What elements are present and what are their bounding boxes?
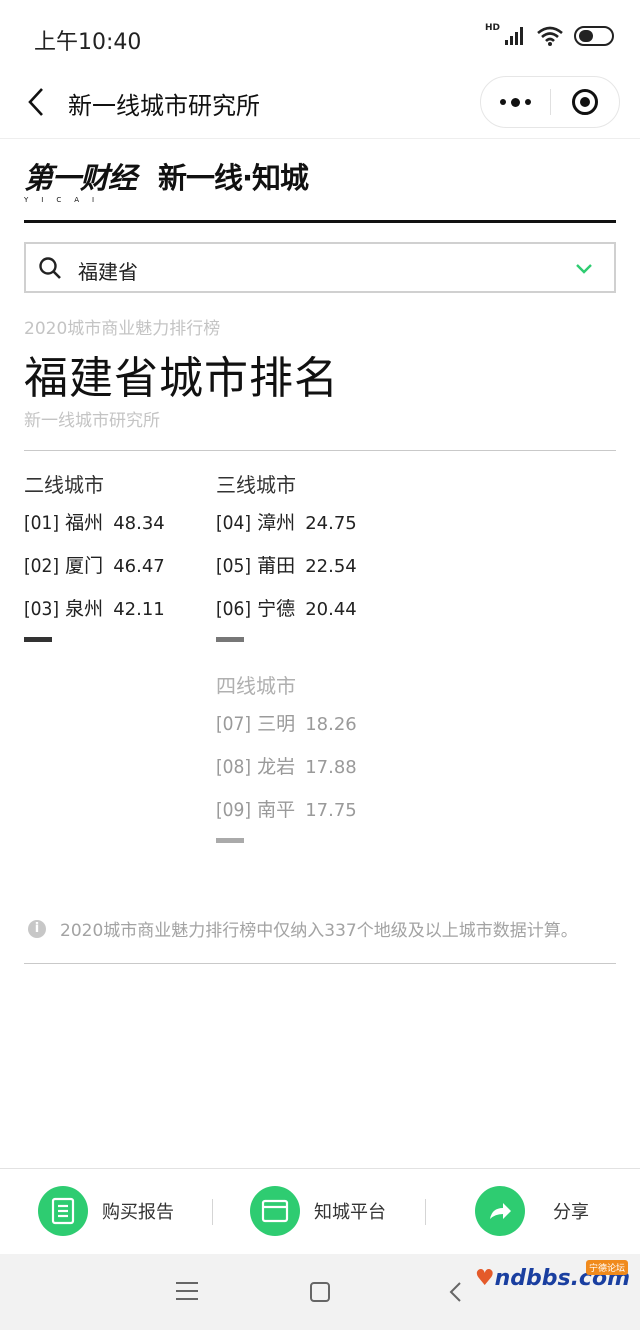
city-score: 18.26 bbox=[305, 714, 357, 735]
document-icon bbox=[38, 1186, 88, 1236]
page-title: 福建省城市排名 bbox=[24, 353, 339, 404]
nav-title: 新一线城市研究所 bbox=[68, 92, 260, 120]
wifi-icon bbox=[537, 26, 563, 46]
city-score: 42.11 bbox=[113, 599, 165, 620]
buy-report-label: 购买报告 bbox=[102, 1202, 174, 1223]
recent-apps-icon[interactable] bbox=[176, 1282, 198, 1306]
city-rank: [05] bbox=[216, 555, 252, 577]
yicai-logo: 第一财经 YICAI bbox=[24, 160, 137, 204]
city-score: 17.75 bbox=[305, 800, 357, 821]
city-name: 莆田 bbox=[257, 555, 296, 577]
more-button[interactable] bbox=[481, 77, 550, 127]
home-icon[interactable] bbox=[310, 1282, 330, 1302]
city-rank: [03] bbox=[24, 598, 60, 620]
signal-icon bbox=[505, 27, 523, 45]
city-name: 福州 bbox=[65, 512, 104, 534]
footnote-text: 2020城市商业魅力排行榜中仅纳入337个地级及以上城市数据计算。 bbox=[60, 921, 578, 941]
tier-marker bbox=[216, 637, 244, 642]
footnote: i 2020城市商业魅力排行榜中仅纳入337个地级及以上城市数据计算。 bbox=[28, 916, 578, 941]
tier-second: 二线城市 [01] 福州 48.34 [02] 厦门 46.47 [03] 泉州… bbox=[24, 468, 165, 642]
share-button[interactable]: 分享 bbox=[475, 1184, 589, 1238]
city-row[interactable]: [06] 宁德 20.44 bbox=[216, 588, 357, 631]
city-score: 48.34 bbox=[113, 513, 165, 534]
city-rank: [08] bbox=[216, 756, 252, 778]
share-arrow-icon bbox=[475, 1186, 525, 1236]
battery-icon bbox=[574, 26, 614, 46]
system-back-icon[interactable] bbox=[444, 1279, 470, 1305]
city-score: 22.54 bbox=[305, 556, 357, 577]
platform-button[interactable]: 知城平台 bbox=[250, 1184, 386, 1238]
watermark-logo: 宁德论坛 ♥ndbbs.com bbox=[475, 1260, 630, 1292]
city-name: 漳州 bbox=[257, 512, 296, 534]
city-score: 24.75 bbox=[305, 513, 357, 534]
browser-window-icon bbox=[250, 1186, 300, 1236]
city-name: 泉州 bbox=[65, 598, 104, 620]
zhicheng-logo: 新一线·知城 bbox=[158, 161, 309, 195]
city-name: 三明 bbox=[257, 713, 296, 735]
status-icons: HD bbox=[479, 22, 614, 50]
tier-fourth: 四线城市 [07] 三明 18.26 [08] 龙岩 17.88 [09] 南平… bbox=[216, 669, 357, 843]
city-score: 20.44 bbox=[305, 599, 357, 620]
share-label: 分享 bbox=[553, 1202, 589, 1223]
status-bar: 上午10:40 HD bbox=[0, 0, 640, 72]
tier-third: 三线城市 [04] 漳州 24.75 [05] 莆田 22.54 [06] 宁德… bbox=[216, 468, 357, 642]
city-row[interactable]: [08] 龙岩 17.88 bbox=[216, 746, 357, 789]
bottom-bar-separator bbox=[212, 1199, 213, 1225]
divider bbox=[24, 450, 616, 451]
system-nav-bar: 宁德论坛 ♥ndbbs.com bbox=[0, 1254, 640, 1330]
tier-marker bbox=[24, 637, 52, 642]
chevron-down-icon bbox=[576, 264, 592, 274]
city-row[interactable]: [05] 莆田 22.54 bbox=[216, 545, 357, 588]
brand-logos: 第一财经 YICAI 新一线·知城 bbox=[24, 160, 309, 208]
city-row[interactable]: [03] 泉州 42.11 bbox=[24, 588, 165, 631]
city-rank: [09] bbox=[216, 799, 252, 821]
city-row[interactable]: [09] 南平 17.75 bbox=[216, 789, 357, 832]
city-row[interactable]: [07] 三明 18.26 bbox=[216, 703, 357, 746]
province-value: 福建省 bbox=[78, 260, 138, 284]
back-button[interactable] bbox=[18, 82, 54, 122]
target-icon bbox=[571, 89, 598, 115]
tier-marker bbox=[216, 838, 244, 843]
back-arrow-icon bbox=[28, 88, 43, 116]
city-score: 46.47 bbox=[113, 556, 165, 577]
source-label: 新一线城市研究所 bbox=[24, 411, 160, 431]
city-name: 龙岩 bbox=[257, 756, 296, 778]
bottom-bar-separator bbox=[425, 1199, 426, 1225]
city-rank: [07] bbox=[216, 713, 252, 735]
city-row[interactable]: [01] 福州 48.34 bbox=[24, 502, 165, 545]
city-score: 17.88 bbox=[305, 757, 357, 778]
hd-label: HD bbox=[484, 23, 500, 33]
city-rank: [01] bbox=[24, 512, 60, 534]
watermark-tag: 宁德论坛 bbox=[585, 1260, 628, 1275]
header-rule bbox=[24, 220, 616, 223]
nav-bar: 新一线城市研究所 bbox=[0, 72, 640, 139]
platform-label: 知城平台 bbox=[314, 1202, 386, 1223]
city-rank: [02] bbox=[24, 555, 60, 577]
city-rank: [04] bbox=[216, 512, 252, 534]
yicai-logo-sub: YICAI bbox=[24, 196, 108, 204]
ranking-subtitle: 2020城市商业魅力排行榜 bbox=[24, 319, 221, 339]
city-row[interactable]: [02] 厦门 46.47 bbox=[24, 545, 165, 588]
info-icon: i bbox=[28, 919, 46, 938]
city-name: 宁德 bbox=[257, 598, 296, 620]
more-dots-icon bbox=[499, 97, 531, 107]
footnote-divider bbox=[24, 963, 616, 964]
search-icon bbox=[39, 257, 61, 279]
tier-title: 四线城市 bbox=[216, 674, 296, 698]
city-rank: [06] bbox=[216, 598, 252, 620]
tier-title: 二线城市 bbox=[24, 473, 104, 497]
status-time: 上午10:40 bbox=[34, 30, 142, 55]
city-name: 厦门 bbox=[65, 555, 104, 577]
bottom-action-bar: 购买报告 知城平台 分享 bbox=[0, 1168, 640, 1254]
city-name: 南平 bbox=[257, 799, 296, 821]
city-row[interactable]: [04] 漳州 24.75 bbox=[216, 502, 357, 545]
tier-title: 三线城市 bbox=[216, 473, 296, 497]
capsule-menu bbox=[480, 76, 620, 128]
yicai-logo-text: 第一财经 bbox=[24, 161, 137, 195]
nav-divider bbox=[0, 138, 640, 139]
province-select[interactable]: 福建省 bbox=[24, 242, 616, 293]
buy-report-button[interactable]: 购买报告 bbox=[38, 1184, 174, 1238]
close-miniprogram-button[interactable] bbox=[551, 77, 620, 127]
